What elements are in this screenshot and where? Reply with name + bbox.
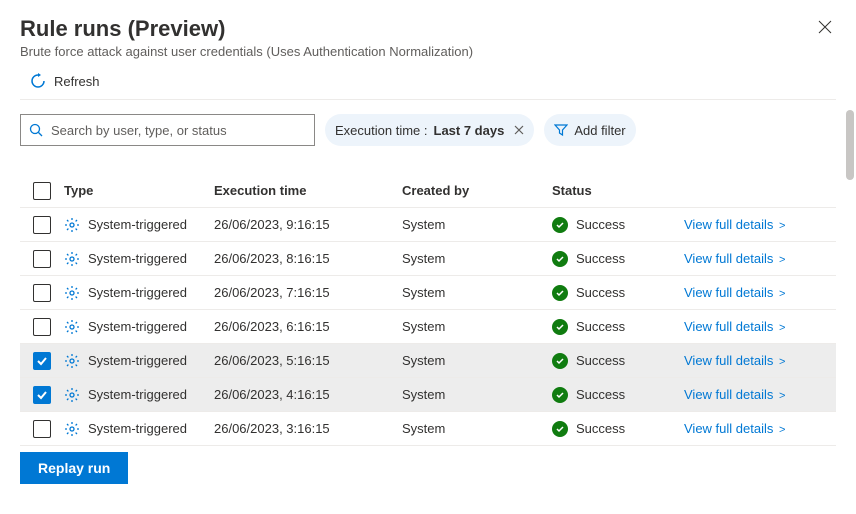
- chevron-right-icon: >: [779, 424, 785, 436]
- gear-icon: [64, 421, 80, 437]
- status-cell: Success: [576, 353, 625, 368]
- view-details-link[interactable]: View full details >: [684, 421, 785, 436]
- refresh-label: Refresh: [54, 74, 100, 89]
- exec-time-cell: 26/06/2023, 8:16:15: [214, 251, 402, 266]
- chevron-right-icon: >: [779, 356, 785, 368]
- search-input[interactable]: [51, 123, 306, 138]
- table-row[interactable]: System-triggered 26/06/2023, 7:16:15Syste…: [20, 276, 836, 310]
- row-checkbox[interactable]: [33, 352, 51, 370]
- column-header-type[interactable]: Type: [64, 183, 214, 198]
- type-cell: System-triggered: [88, 387, 187, 402]
- filter-pill-value: Last 7 days: [434, 123, 505, 138]
- exec-time-cell: 26/06/2023, 3:16:15: [214, 421, 402, 436]
- view-details-link[interactable]: View full details >: [684, 285, 785, 300]
- status-cell: Success: [576, 387, 625, 402]
- created-by-cell: System: [402, 285, 552, 300]
- row-checkbox[interactable]: [33, 284, 51, 302]
- status-cell: Success: [576, 251, 625, 266]
- status-cell: Success: [576, 421, 625, 436]
- table-row[interactable]: System-triggered 26/06/2023, 8:16:15Syste…: [20, 242, 836, 276]
- success-icon: [552, 285, 568, 301]
- type-cell: System-triggered: [88, 285, 187, 300]
- view-details-link[interactable]: View full details >: [684, 217, 785, 232]
- created-by-cell: System: [402, 319, 552, 334]
- table-header: Type Execution time Created by Status: [20, 174, 836, 208]
- close-icon: [818, 20, 832, 34]
- gear-icon: [64, 387, 80, 403]
- type-cell: System-triggered: [88, 251, 187, 266]
- success-icon: [552, 217, 568, 233]
- scroll-thumb[interactable]: [846, 110, 854, 180]
- column-header-status[interactable]: Status: [552, 183, 684, 198]
- gear-icon: [64, 319, 80, 335]
- filter-pill-label: Execution time :: [335, 123, 428, 138]
- filter-pill-execution-time[interactable]: Execution time : Last 7 days: [325, 114, 534, 146]
- gear-icon: [64, 353, 80, 369]
- exec-time-cell: 26/06/2023, 5:16:15: [214, 353, 402, 368]
- filter-icon: [554, 123, 568, 137]
- chevron-right-icon: >: [779, 288, 785, 300]
- page-title: Rule runs (Preview): [20, 16, 473, 42]
- rule-runs-table: Type Execution time Created by Status Sy…: [20, 174, 836, 446]
- view-details-link[interactable]: View full details >: [684, 319, 785, 334]
- scrollbar[interactable]: [844, 110, 854, 430]
- filter-remove-button[interactable]: [514, 125, 524, 135]
- gear-icon: [64, 217, 80, 233]
- exec-time-cell: 26/06/2023, 6:16:15: [214, 319, 402, 334]
- view-details-link[interactable]: View full details >: [684, 353, 785, 368]
- status-cell: Success: [576, 217, 625, 232]
- chevron-right-icon: >: [779, 220, 785, 232]
- success-icon: [552, 251, 568, 267]
- refresh-icon: [30, 73, 46, 89]
- exec-time-cell: 26/06/2023, 7:16:15: [214, 285, 402, 300]
- search-box[interactable]: [20, 114, 315, 146]
- view-details-link[interactable]: View full details >: [684, 387, 785, 402]
- row-checkbox[interactable]: [33, 420, 51, 438]
- close-button[interactable]: [814, 16, 836, 41]
- created-by-cell: System: [402, 387, 552, 402]
- success-icon: [552, 387, 568, 403]
- chevron-right-icon: >: [779, 322, 785, 334]
- status-cell: Success: [576, 319, 625, 334]
- table-row[interactable]: System-triggered 26/06/2023, 6:16:15Syste…: [20, 310, 836, 344]
- chevron-right-icon: >: [779, 390, 785, 402]
- replay-run-button[interactable]: Replay run: [20, 452, 128, 484]
- page-subtitle: Brute force attack against user credenti…: [20, 44, 473, 59]
- type-cell: System-triggered: [88, 319, 187, 334]
- created-by-cell: System: [402, 217, 552, 232]
- table-row[interactable]: System-triggered 26/06/2023, 5:16:15Syste…: [20, 344, 836, 378]
- row-checkbox[interactable]: [33, 318, 51, 336]
- row-checkbox[interactable]: [33, 386, 51, 404]
- type-cell: System-triggered: [88, 353, 187, 368]
- exec-time-cell: 26/06/2023, 4:16:15: [214, 387, 402, 402]
- success-icon: [552, 421, 568, 437]
- chevron-right-icon: >: [779, 254, 785, 266]
- type-cell: System-triggered: [88, 421, 187, 436]
- view-details-link[interactable]: View full details >: [684, 251, 785, 266]
- row-checkbox[interactable]: [33, 216, 51, 234]
- gear-icon: [64, 251, 80, 267]
- created-by-cell: System: [402, 421, 552, 436]
- table-row[interactable]: System-triggered 26/06/2023, 3:16:15Syste…: [20, 412, 836, 446]
- success-icon: [552, 353, 568, 369]
- column-header-exec[interactable]: Execution time: [214, 183, 402, 198]
- add-filter-button[interactable]: Add filter: [544, 114, 635, 146]
- column-header-created[interactable]: Created by: [402, 183, 552, 198]
- created-by-cell: System: [402, 251, 552, 266]
- success-icon: [552, 319, 568, 335]
- status-cell: Success: [576, 285, 625, 300]
- table-row[interactable]: System-triggered 26/06/2023, 9:16:15Syste…: [20, 208, 836, 242]
- refresh-button[interactable]: Refresh: [20, 59, 836, 100]
- type-cell: System-triggered: [88, 217, 187, 232]
- row-checkbox[interactable]: [33, 250, 51, 268]
- created-by-cell: System: [402, 353, 552, 368]
- add-filter-label: Add filter: [574, 123, 625, 138]
- search-icon: [29, 123, 43, 137]
- select-all-checkbox[interactable]: [33, 182, 51, 200]
- exec-time-cell: 26/06/2023, 9:16:15: [214, 217, 402, 232]
- gear-icon: [64, 285, 80, 301]
- table-row[interactable]: System-triggered 26/06/2023, 4:16:15Syste…: [20, 378, 836, 412]
- close-icon: [514, 125, 524, 135]
